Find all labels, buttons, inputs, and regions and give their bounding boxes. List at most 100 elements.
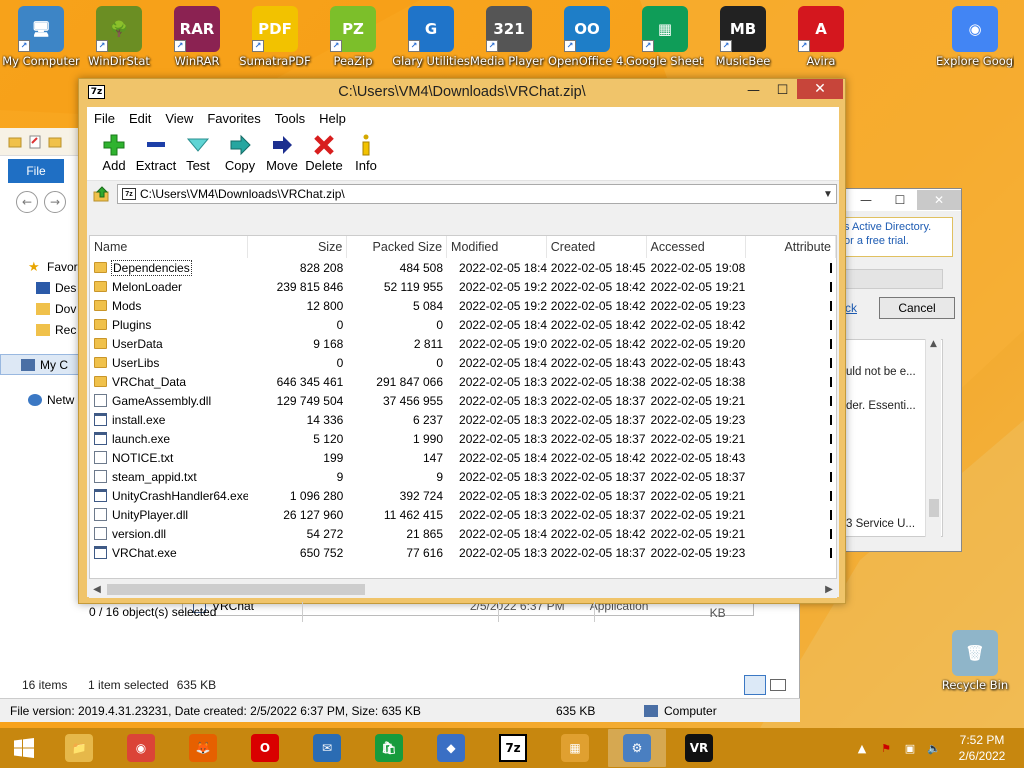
table-row[interactable]: launch.exe 5 120 1 990 2022-02-05 18:37 2022… [90,429,836,448]
add-button[interactable]: Add [93,129,135,179]
sevenzip-titlebar[interactable]: 7z C:\Users\VM4\Downloads\VRChat.zip\ — … [79,79,845,105]
extract-button[interactable]: Extract [135,129,177,179]
table-row[interactable]: version.dll 54 272 21 865 2022-02-05 18:42 2… [90,524,836,543]
menu-file[interactable]: File [87,107,122,129]
taskbar-store[interactable]: 🛍 [360,729,418,767]
forward-button[interactable]: → [44,191,66,213]
desktop-icon-musicbee[interactable]: MB ↗ MusicBee [704,2,782,68]
file-list[interactable]: Name Size Packed Size Modified Created A… [89,235,837,579]
menu-view[interactable]: View [158,107,200,129]
desktop-icon-recycle-bin[interactable]: 🗑 Recycle Bin [936,626,1014,692]
desktop-icon-media-player-cl[interactable]: 321↗ Media Player Cl... [470,2,548,68]
taskbar-installer[interactable]: ⚙ [608,729,666,767]
taskbar-thunderbird[interactable]: ✉ [298,729,356,767]
taskbar-app[interactable]: ◆ [422,729,480,767]
table-row[interactable]: GameAssembly.dll 129 749 504 37 456 955 202… [90,391,836,410]
chevron-up-icon[interactable]: ▲ [854,741,870,755]
taskbar-chrome[interactable]: ◉ [112,729,170,767]
up-folder-button[interactable] [91,184,113,204]
close-button[interactable]: ✕ [917,190,961,210]
address-bar[interactable]: 7z C:\Users\VM4\Downloads\VRChat.zip\ ▼ [117,184,837,204]
volume-icon[interactable]: 🔈 [926,741,942,755]
taskbar-file-explorer[interactable]: 📁 [50,729,108,767]
column-size[interactable]: Size [248,236,348,258]
sidebar-item-desktop[interactable]: Des [0,277,90,298]
desktop-icon-avira[interactable]: A ↗ Avira [782,2,860,68]
test-button[interactable]: Test [177,129,219,179]
close-button[interactable]: ✕ [797,79,843,99]
table-row[interactable]: NOTICE.txt 199 147 2022-02-05 18:42 2022-02-… [90,448,836,467]
column-modified[interactable]: Modified [447,236,547,258]
table-row[interactable]: install.exe 14 336 6 237 2022-02-05 18:37 20… [90,410,836,429]
horizontal-scrollbar[interactable]: ◀ ▶ [89,581,837,598]
sidebar-item-my-computer[interactable]: My C [0,354,90,375]
scroll-right-icon[interactable]: ▶ [821,584,837,595]
column-name[interactable]: Name [90,236,248,258]
active-directory-link[interactable]: s Active Directory. [844,220,948,234]
minimize-button[interactable]: — [849,190,883,210]
taskbar-firefox[interactable]: 🦊 [174,729,232,767]
column-attributes[interactable]: Attribute [746,236,836,258]
start-button[interactable] [0,728,48,768]
scroll-left-icon[interactable]: ◀ [89,584,105,595]
free-trial-link[interactable]: or a free trial. [844,234,948,248]
table-row[interactable]: MelonLoader 239 815 846 52 119 955 2022-02-… [90,277,836,296]
table-row[interactable]: Dependencies 828 208 484 508 2022-02-05 18:… [90,258,836,277]
desktop-icon-my-computer[interactable]: 🖥 ↗ My Computer [2,2,80,68]
column-created[interactable]: Created [547,236,647,258]
cancel-button[interactable]: Cancel [879,297,955,319]
action-center-flag-icon[interactable]: ⚑ [878,741,894,755]
desktop-icon-openoffice-4-1-11[interactable]: OO↗ OpenOffice 4.1.11 [548,2,626,68]
menu-edit[interactable]: Edit [122,107,158,129]
column-packed-size[interactable]: Packed Size [347,236,448,258]
clock[interactable]: 7:52 PM 2/6/2022 [950,732,1014,764]
table-row[interactable]: Mods 12 800 5 084 2022-02-05 19:23 2022-02-0… [90,296,836,315]
taskbar-7-zip[interactable]: 7z [484,729,542,767]
sidebar-item-downloads[interactable]: Dov [0,298,90,319]
taskbar-vrchat[interactable]: VR [670,729,728,767]
table-row[interactable]: UserLibs 0 0 2022-02-05 18:43 2022-02-05 18:… [90,353,836,372]
column-accessed[interactable]: Accessed [647,236,747,258]
delete-button[interactable]: Delete [303,129,345,179]
table-row[interactable]: Plugins 0 0 2022-02-05 18:42 2022-02-05 18:4… [90,315,836,334]
table-row[interactable]: UnityCrashHandler64.exe 1 096 280 392 724 2… [90,486,836,505]
taskbar-opera[interactable]: O [236,729,294,767]
sidebar-item-network[interactable]: Netw [0,389,90,410]
installer-dialog[interactable]: — ☐ ✕ s Active Directory. or a free tria… [838,188,962,552]
maximize-button[interactable]: ☐ [768,79,797,101]
file-tab[interactable]: File [8,159,64,183]
table-row[interactable]: VRChat_Data 646 345 461 291 847 066 2022-02… [90,372,836,391]
move-button[interactable]: Move [261,129,303,179]
desktop-icon-glary-utilities[interactable]: G ↗ Glary Utilities [392,2,470,68]
menu-tools[interactable]: Tools [268,107,312,129]
desktop-icon-windirstat[interactable]: 🌳 ↗ WinDirStat [80,2,158,68]
chevron-down-icon[interactable]: ▼ [820,189,836,200]
copy-button[interactable]: Copy [219,129,261,179]
maximize-button[interactable]: ☐ [883,190,917,210]
scroll-thumb[interactable] [107,584,365,595]
menu-favorites[interactable]: Favorites [200,107,267,129]
table-row[interactable]: UnityPlayer.dll 26 127 960 11 462 415 2022-… [90,505,836,524]
minimize-button[interactable]: — [739,79,768,101]
sidebar-item-recent[interactable]: Rec [0,319,90,340]
menu-help[interactable]: Help [312,107,353,129]
table-row[interactable]: VRChat.exe 650 752 77 616 2022-02-05 18:37 2… [90,543,836,562]
scrollbar[interactable]: ▲ [925,339,941,537]
desktop-icon-explore-google-earth[interactable]: ◉ Explore Google Earth [936,2,1014,68]
sidebar-item-favorites[interactable]: ★ Favor [0,256,90,277]
table-row[interactable]: steam_appid.txt 9 9 2022-02-05 18:37 2022-02… [90,467,836,486]
desktop-icon-google-sheets[interactable]: ▦ ↗ Google Sheets [626,2,704,68]
network-icon[interactable]: ▣ [902,741,918,755]
desktop-icon-winrar[interactable]: RAR ↗ WinRAR [158,2,236,68]
back-button[interactable]: ← [16,191,38,213]
sevenzip-window[interactable]: 7z C:\Users\VM4\Downloads\VRChat.zip\ — … [78,78,846,622]
desktop-icon-sumatrapdf[interactable]: PDF ↗ SumatraPDF [236,2,314,68]
properties-icon[interactable] [28,135,42,149]
new-folder-icon[interactable] [48,135,62,149]
taskbar-control-panel[interactable]: ▦ [546,729,604,767]
desktop-icon-peazip[interactable]: PZ ↗ PeaZip [314,2,392,68]
info-button[interactable]: Info [345,129,387,179]
details-view-button[interactable] [744,675,766,695]
table-row[interactable]: UserData 9 168 2 811 2022-02-05 19:08 2022-0… [90,334,836,353]
large-icons-view-button[interactable] [770,679,786,691]
